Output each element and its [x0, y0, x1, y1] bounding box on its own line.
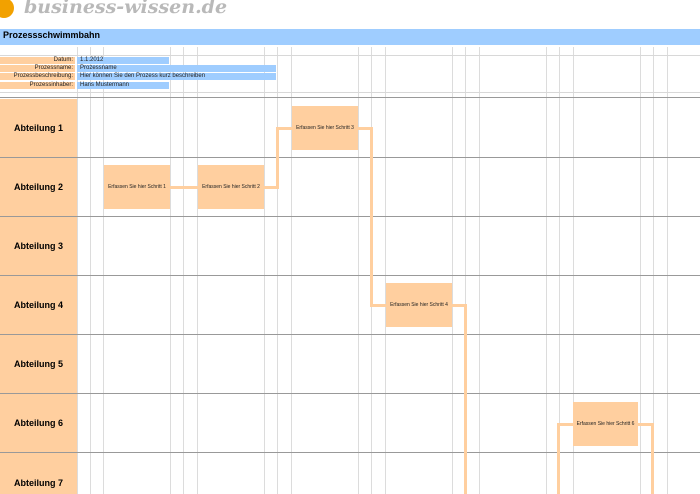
- connector: [651, 423, 654, 494]
- lane-header-1: Abteilung 1: [0, 99, 77, 157]
- grid-line: [358, 47, 359, 494]
- grid-line: [546, 47, 547, 494]
- info-label-process-name: Prozessname:: [0, 65, 75, 72]
- connector: [370, 127, 373, 307]
- connector: [276, 127, 279, 189]
- info-label-process-description: Prozessbeschreibung:: [0, 73, 75, 80]
- grid-line: [0, 92, 700, 93]
- title-bar: [0, 29, 700, 45]
- info-value-date[interactable]: 1.1.2012: [77, 57, 169, 64]
- process-step-1[interactable]: Erfassen Sie hier Schritt 1: [104, 165, 170, 209]
- info-value-process-name[interactable]: Prozessname: [77, 65, 276, 72]
- process-step-4[interactable]: Erfassen Sie hier Schritt 4: [386, 283, 452, 327]
- process-step-3[interactable]: Erfassen Sie hier Schritt 3: [292, 106, 358, 150]
- connector: [170, 186, 198, 189]
- lane-header-4: Abteilung 4: [0, 276, 77, 334]
- grid-line: [640, 47, 641, 494]
- lane-divider: [0, 275, 700, 276]
- page-title: Prozessschwimmbahn: [3, 30, 101, 40]
- info-value-process-owner[interactable]: Hans Mustermann: [77, 82, 169, 89]
- grid-line: [170, 47, 171, 494]
- lane-header-3: Abteilung 3: [0, 217, 77, 275]
- connector: [557, 423, 573, 426]
- lane-divider: [0, 216, 700, 217]
- grid-line: [452, 47, 453, 494]
- info-label-date: Datum:: [0, 57, 75, 64]
- connector: [276, 127, 292, 130]
- grid-line: [667, 47, 668, 494]
- grid-line: [90, 47, 91, 494]
- grid-line: [0, 55, 700, 56]
- grid-line: [277, 47, 278, 494]
- grid-line: [77, 47, 78, 494]
- lane-divider: [0, 334, 700, 335]
- process-step-2[interactable]: Erfassen Sie hier Schritt 2: [198, 165, 264, 209]
- grid-line: [385, 47, 386, 494]
- logo-dot-icon: [0, 0, 14, 18]
- lane-header-6: Abteilung 6: [0, 394, 77, 452]
- lane-header-2: Abteilung 2: [0, 158, 77, 216]
- grid-line: [183, 47, 184, 494]
- connector: [370, 304, 386, 307]
- lane-divider: [0, 97, 700, 98]
- grid-line: [103, 47, 104, 494]
- info-label-process-owner: Prozessinhaber:: [0, 82, 75, 89]
- lane-divider: [0, 157, 700, 158]
- lane-header-7: Abteilung 7: [0, 453, 77, 494]
- process-step-6[interactable]: Erfassen Sie hier Schritt 6: [573, 402, 638, 446]
- info-value-process-description[interactable]: Hier können Sie den Prozess kurz beschre…: [77, 73, 276, 80]
- logo-text: business-wissen.de: [24, 0, 228, 18]
- lane-divider: [0, 452, 700, 453]
- grid-line: [197, 47, 198, 494]
- lane-divider: [0, 393, 700, 394]
- grid-line: [264, 47, 265, 494]
- connector: [557, 423, 560, 494]
- lane-header-5: Abteilung 5: [0, 335, 77, 393]
- grid-line: [479, 47, 480, 494]
- connector: [464, 304, 467, 494]
